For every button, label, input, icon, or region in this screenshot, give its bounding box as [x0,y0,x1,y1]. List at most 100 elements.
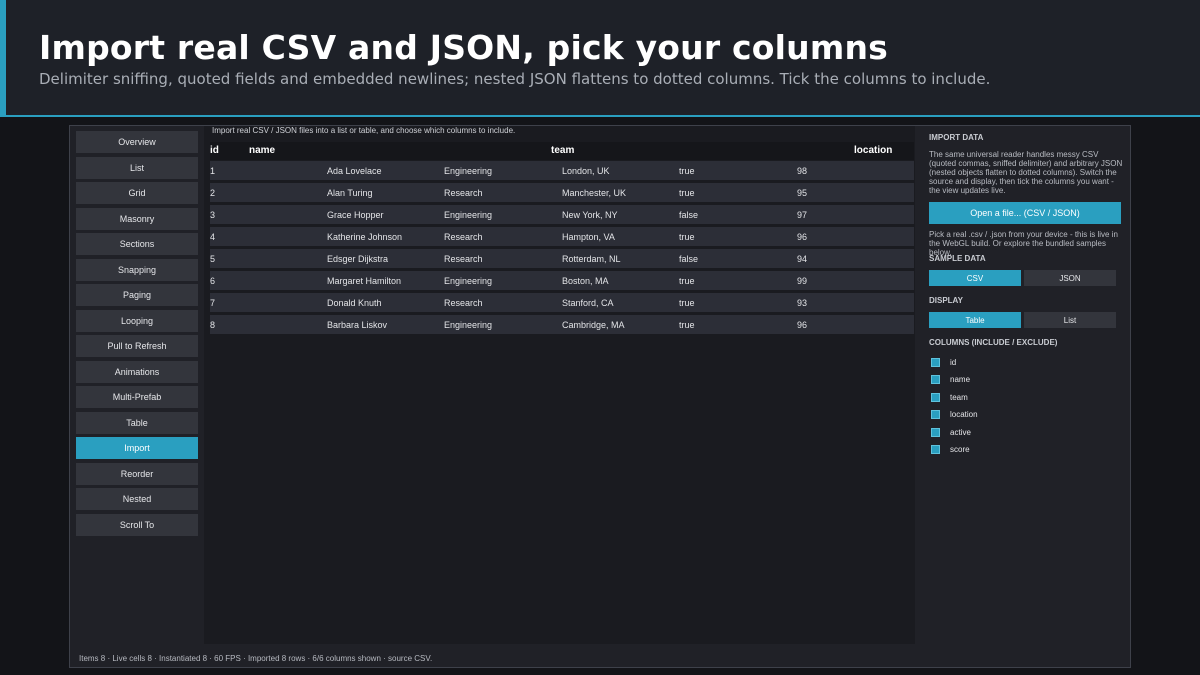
sidebar-item-multi-prefab[interactable]: Multi-Prefab [76,386,198,408]
cell-name: Katherine Johnson [327,232,403,242]
cell-active: true [679,298,695,308]
cell-id: 4 [210,232,216,242]
column-header-location[interactable]: location [854,145,892,156]
sidebar-item-animations[interactable]: Animations [76,360,198,383]
view-description: Import real CSV / JSON files into a list… [212,126,516,135]
column-header-name[interactable]: name [249,145,275,156]
sample-csv-button[interactable]: CSV [929,270,1021,286]
sample-json-button[interactable]: JSON [1024,270,1116,286]
sidebar-item-looping[interactable]: Looping [76,309,198,332]
cell-name: Edsger Dijkstra [327,254,389,264]
cell-active: true [679,232,695,242]
column-toggle-name[interactable]: name [931,374,970,386]
cell-location: Boston, MA [562,276,609,286]
cell-score: 96 [797,320,808,330]
cell-score: 94 [797,254,808,264]
cell-id: 3 [210,210,216,220]
sidebar-item-import[interactable]: Import [76,437,198,459]
table-row[interactable]: 4 Katherine Johnson Research Hampton, VA tru… [210,227,914,246]
column-toggle-label: id [950,357,957,367]
cell-name: Ada Lovelace [327,166,382,176]
column-toggle-score[interactable]: score [931,444,970,456]
columns-heading: COLUMNS (INCLUDE / EXCLUDE) [929,338,1058,347]
sidebar-item-reorder[interactable]: Reorder [76,462,198,485]
column-toggle-label: name [950,375,971,384]
open-file-button[interactable]: Open a file... (CSV / JSON) [929,202,1121,224]
cell-team: Engineering [444,276,493,286]
cell-location: Cambridge, MA [562,320,625,330]
sidebar-item-snapping[interactable]: Snapping [76,258,198,281]
sidebar-item-nested[interactable]: Nested [76,488,198,510]
checkbox-icon[interactable] [931,357,940,367]
sidebar-item-sections[interactable]: Sections [76,233,198,255]
table-view: Import real CSV / JSON files into a list… [204,126,915,644]
sidebar-item-overview[interactable]: Overview [76,131,198,153]
sidebar-item-list[interactable]: List [76,156,198,179]
cell-team: Engineering [444,166,493,176]
cell-name: Grace Hopper [327,210,384,220]
cell-score: 93 [797,298,808,308]
cell-active: false [679,210,699,220]
cell-location: Stanford, CA [562,298,614,308]
cell-score: 97 [797,210,808,220]
cell-location: Manchester, UK [562,188,627,198]
checkbox-icon[interactable] [931,410,940,419]
cell-name: Donald Knuth [327,298,382,308]
cell-id: 8 [210,320,216,330]
checkbox-icon[interactable] [931,392,940,402]
column-toggle-label: active [950,427,971,437]
cell-score: 95 [797,188,808,198]
checkbox-icon[interactable] [931,375,940,384]
cell-score: 96 [797,232,808,242]
table-row[interactable]: 1 Ada Lovelace Engineering London, UK true 98 [210,161,914,180]
column-header-id[interactable]: id [210,145,219,156]
cell-name: Margaret Hamilton [327,276,402,286]
import-data-heading: IMPORT DATA [929,133,984,142]
cell-location: Rotterdam, NL [562,254,621,264]
cell-team: Engineering [444,210,493,220]
sidebar-item-table[interactable]: Table [76,411,198,434]
cell-team: Research [444,188,483,198]
cell-location: Hampton, VA [562,232,615,242]
table-row[interactable]: 2 Alan Turing Research Manchester, UK true 95 [210,183,914,202]
column-header-team[interactable]: team [551,145,574,156]
table-row[interactable]: 7 Donald Knuth Research Stanford, CA true 93 [210,293,914,312]
import-description: The same universal reader handles messy … [929,150,1123,195]
page-title: Import real CSV and JSON, pick your colu… [39,28,888,67]
sidebar-item-pull-to-refresh[interactable]: Pull to Refresh [76,335,198,357]
table-header: id name team location [210,142,914,160]
cell-active: true [679,276,695,286]
table-row[interactable]: 3 Grace Hopper Engineering New York, NY fals… [210,205,914,224]
cell-score: 98 [797,166,808,176]
display-table-button[interactable]: Table [929,312,1021,328]
sidebar-item-grid[interactable]: Grid [76,182,198,204]
display-list-button[interactable]: List [1024,312,1116,328]
checkbox-icon[interactable] [931,445,940,454]
column-toggle-location[interactable]: location [931,409,978,421]
cell-location: London, UK [562,166,610,176]
checkbox-icon[interactable] [931,427,940,437]
cell-name: Barbara Liskov [327,320,388,330]
page-subtitle: Delimiter sniffing, quoted fields and em… [39,70,991,88]
cell-score: 99 [797,276,808,286]
cell-active: true [679,320,695,330]
cell-id: 2 [210,188,216,198]
table-row[interactable]: 5 Edsger Dijkstra Research Rotterdam, NL fal… [210,249,914,268]
table-row[interactable]: 6 Margaret Hamilton Engineering Boston, MA t… [210,271,914,290]
header-banner: Import real CSV and JSON, pick your colu… [0,0,1200,117]
column-toggle-id[interactable]: id [931,356,956,368]
sidebar-item-paging[interactable]: Paging [76,284,198,306]
display-heading: DISPLAY [929,296,963,305]
sidebar-item-masonry[interactable]: Masonry [76,207,198,230]
cell-team: Research [444,254,483,264]
column-toggle-label: location [950,410,978,419]
cell-team: Research [444,232,483,242]
cell-id: 5 [210,254,216,264]
cell-active: true [679,188,695,198]
status-bar: Items 8 · Live cells 8 · Instantiated 8 … [79,654,433,663]
column-toggle-active[interactable]: active [931,426,971,438]
cell-id: 1 [210,166,216,176]
column-toggle-team[interactable]: team [931,391,968,403]
sidebar-item-scroll-to[interactable]: Scroll To [76,513,198,536]
table-row[interactable]: 8 Barbara Liskov Engineering Cambridge, MA t… [210,315,914,334]
